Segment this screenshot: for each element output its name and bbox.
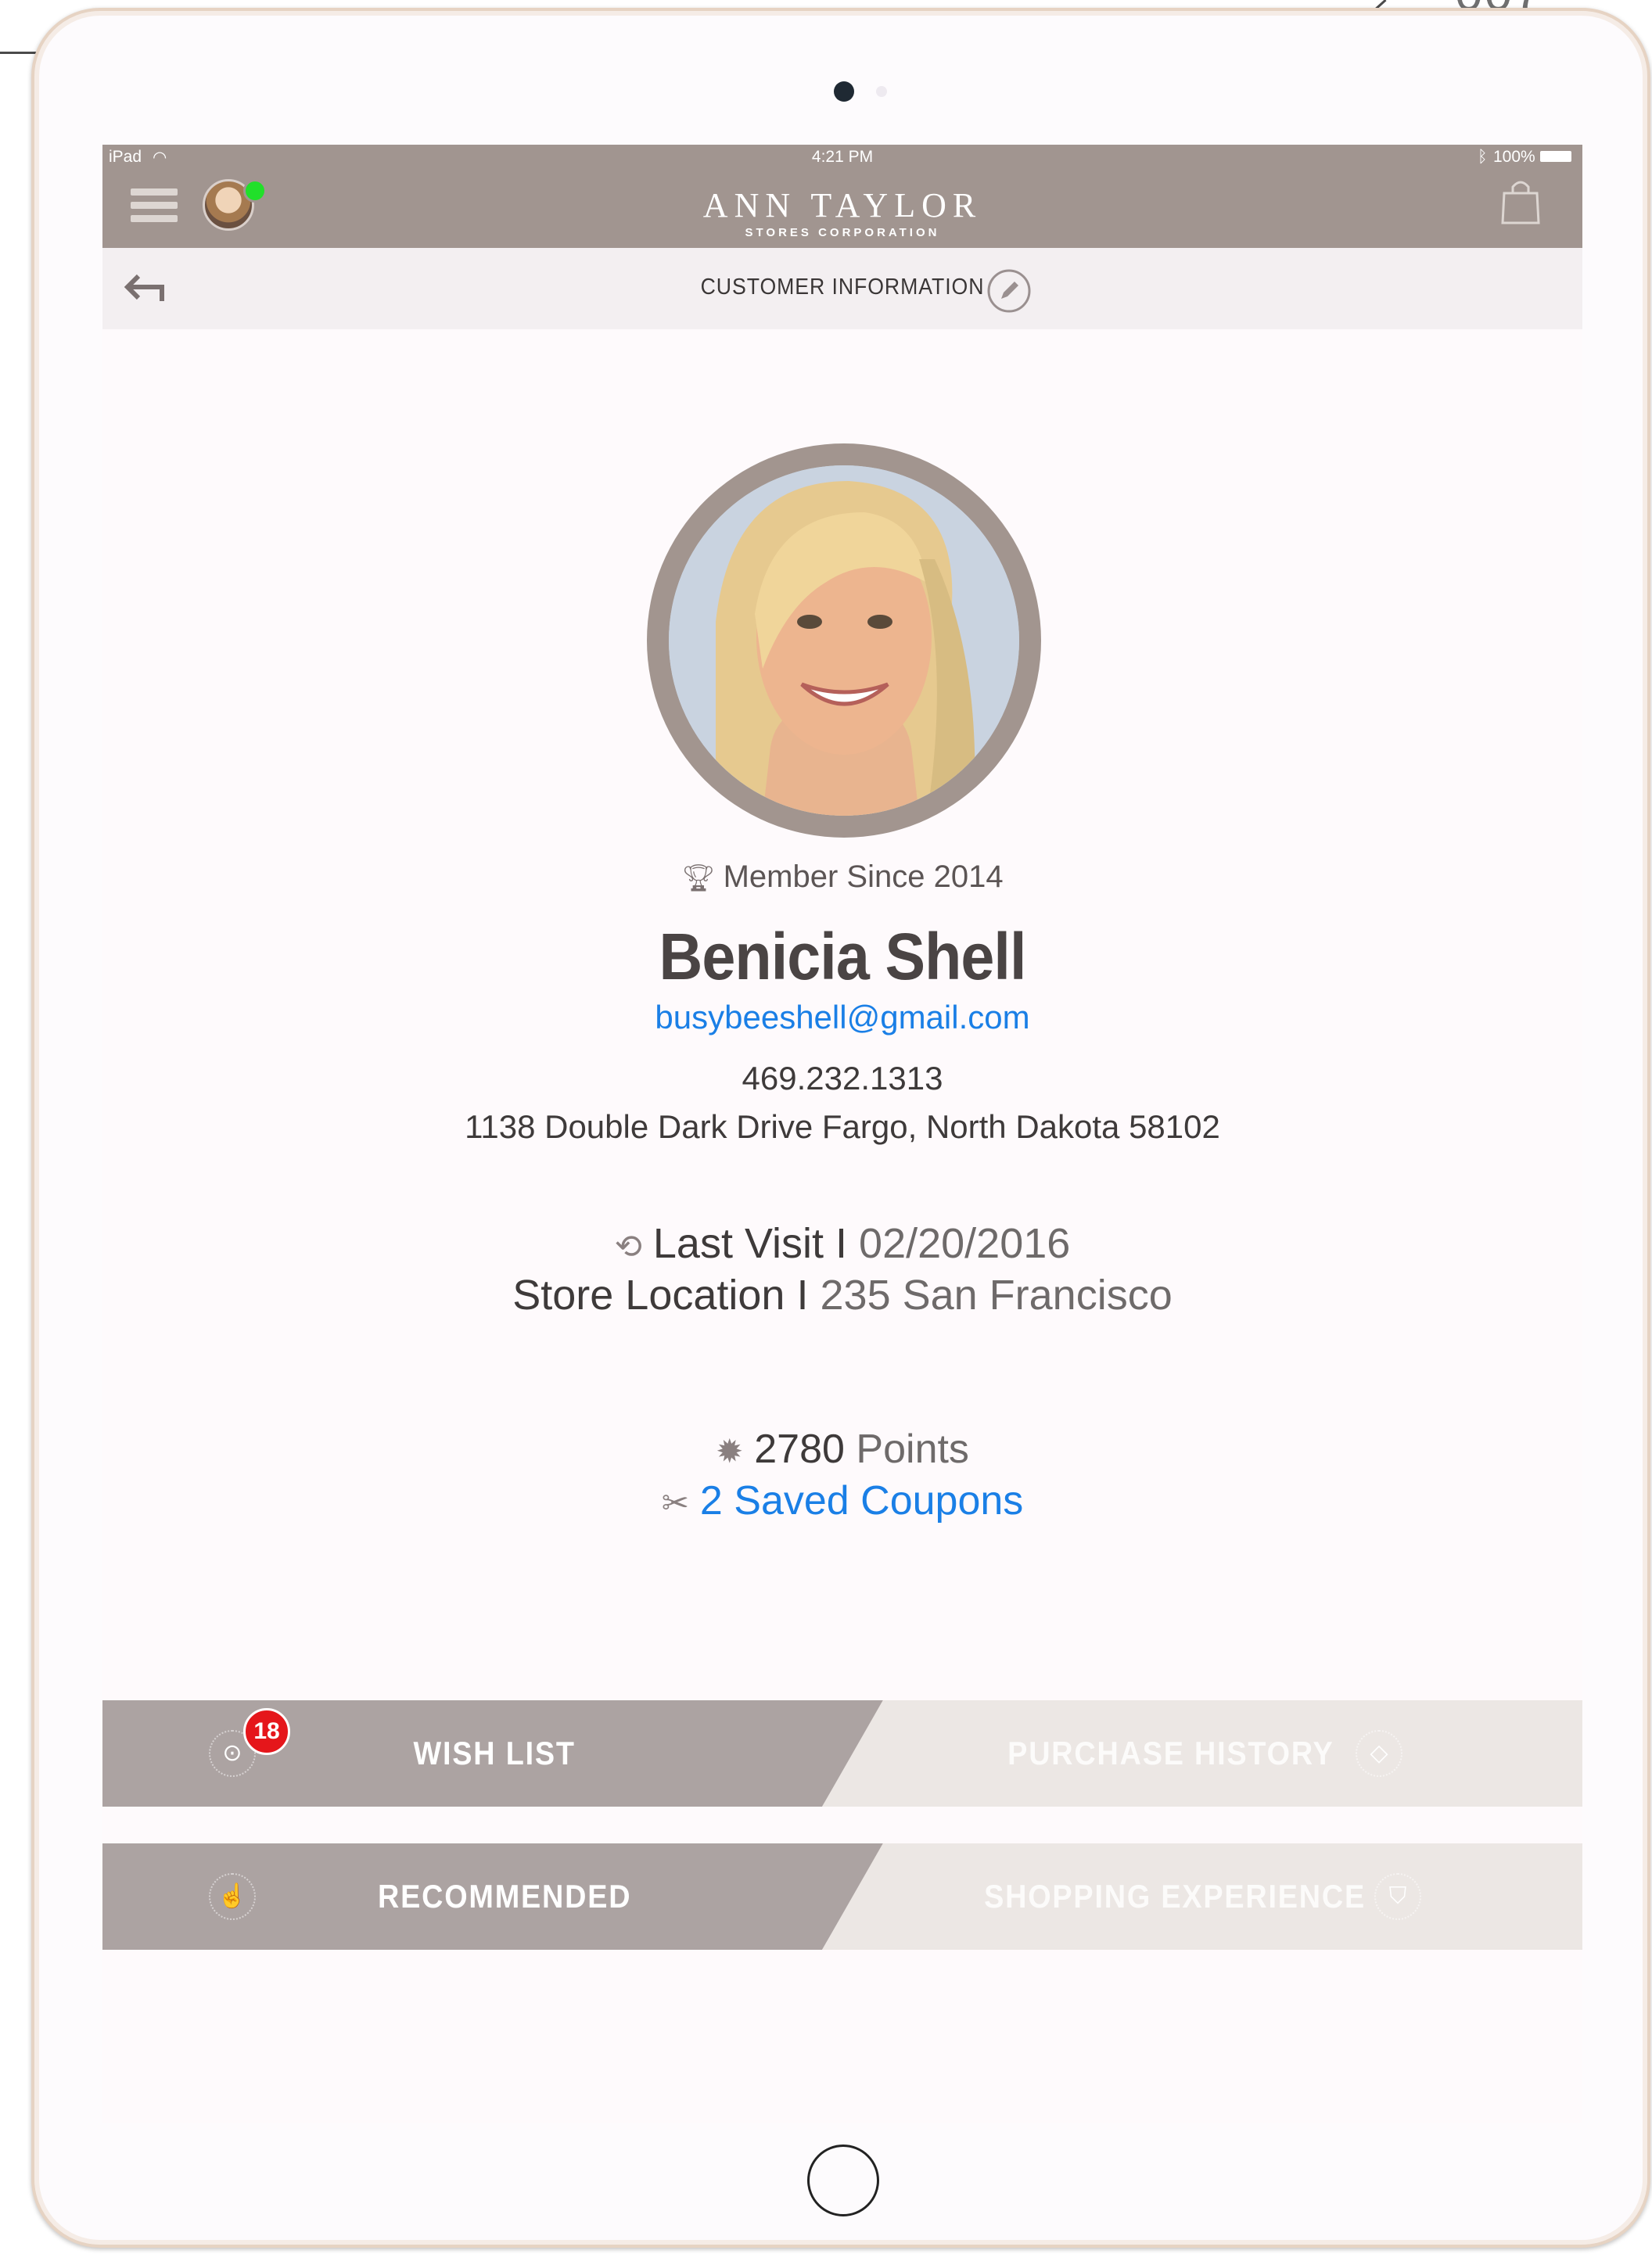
member-since-label: Member Since 2014: [723, 860, 1004, 894]
battery-percent: 100%: [1493, 148, 1535, 166]
store-location: Store Location I 235 San Francisco: [102, 1271, 1582, 1319]
thumbs-up-icon: ☝: [209, 1873, 256, 1920]
tab-shopping-experience[interactable]: SHOPPING EXPERIENCE ⛉: [822, 1843, 1582, 1950]
tab-wish-list[interactable]: ⊙ 18 WISH LIST: [102, 1700, 885, 1807]
tab-wish-list-label: WISH LIST: [413, 1735, 576, 1771]
coupons-count: 2: [699, 1478, 723, 1524]
customer-phone: 469.232.1313: [742, 1060, 943, 1096]
tab-recommended[interactable]: ☝ RECOMMENDED: [102, 1843, 885, 1950]
profile-photo: [669, 465, 1019, 816]
tab-purchase-history[interactable]: PURCHASE HISTORY ◇: [822, 1700, 1582, 1807]
tab-purchase-history-label: PURCHASE HISTORY: [1007, 1735, 1334, 1771]
saved-coupons-link[interactable]: ✂ 2 Saved Coupons: [102, 1477, 1582, 1524]
page-subheader: CUSTOMER INFORMATION: [102, 248, 1582, 329]
scissors-icon: ✂: [661, 1484, 689, 1521]
last-visit: ⟲ Last Visit I 02/20/2016: [102, 1219, 1582, 1268]
tab-shopping-experience-label: SHOPPING EXPERIENCE: [984, 1878, 1366, 1915]
points-value: 2780: [754, 1427, 845, 1472]
customer-address: 1138 Double Dark Drive Fargo, North Dako…: [465, 1108, 1220, 1145]
home-button[interactable]: [807, 2145, 879, 2216]
wish-list-badge: 18: [243, 1708, 290, 1755]
pencil-icon[interactable]: [986, 268, 1032, 314]
last-visit-label: Last Visit I: [652, 1220, 848, 1267]
battery-icon: [1540, 151, 1571, 162]
app-header: iPad ◠ 4:21 PM ᛒ 100% ANN TAYLOR STORES …: [102, 145, 1582, 248]
brand-logo: ANN TAYLOR: [702, 186, 982, 224]
history-icon: ⟲: [614, 1228, 642, 1265]
brand-subtitle: STORES CORPORATION: [745, 226, 940, 239]
tag-icon: ◇: [1356, 1730, 1402, 1777]
member-since: 🏆︎ Member Since 2014: [102, 860, 1582, 895]
front-camera: [834, 81, 854, 102]
points-unit: Points: [856, 1427, 969, 1472]
page-title: CUSTOMER INFORMATION: [700, 275, 985, 300]
store-location-label: Store Location I: [512, 1272, 809, 1319]
tab-recommended-label: RECOMMENDED: [378, 1878, 632, 1915]
reward-points: ✹ 2780 Points: [102, 1426, 1582, 1473]
bluetooth-icon: ᛒ: [1478, 148, 1488, 166]
coupons-label: Saved Coupons: [734, 1478, 1024, 1524]
tabs-row-1: ⊙ 18 WISH LIST PURCHASE HISTORY ◇: [102, 1700, 1582, 1807]
shopping-bag-icon[interactable]: [1499, 178, 1542, 224]
app-screen: iPad ◠ 4:21 PM ᛒ 100% ANN TAYLOR STORES …: [102, 145, 1582, 2123]
gear-icon: ✹: [716, 1433, 744, 1470]
customer-email-link[interactable]: busybeeshell@gmail.com: [102, 999, 1582, 1036]
trophy-icon: 🏆︎: [681, 863, 716, 893]
tabs-row-2: ☝ RECOMMENDED SHOPPING EXPERIENCE ⛉: [102, 1843, 1582, 1950]
clock: 4:21 PM: [811, 148, 874, 166]
sensor: [876, 86, 887, 97]
store-location-value: 235 San Francisco: [820, 1272, 1173, 1319]
last-visit-value: 02/20/2016: [859, 1220, 1071, 1267]
customer-name: Benicia Shell: [659, 920, 1026, 993]
basket-icon: ⛉: [1374, 1873, 1421, 1920]
